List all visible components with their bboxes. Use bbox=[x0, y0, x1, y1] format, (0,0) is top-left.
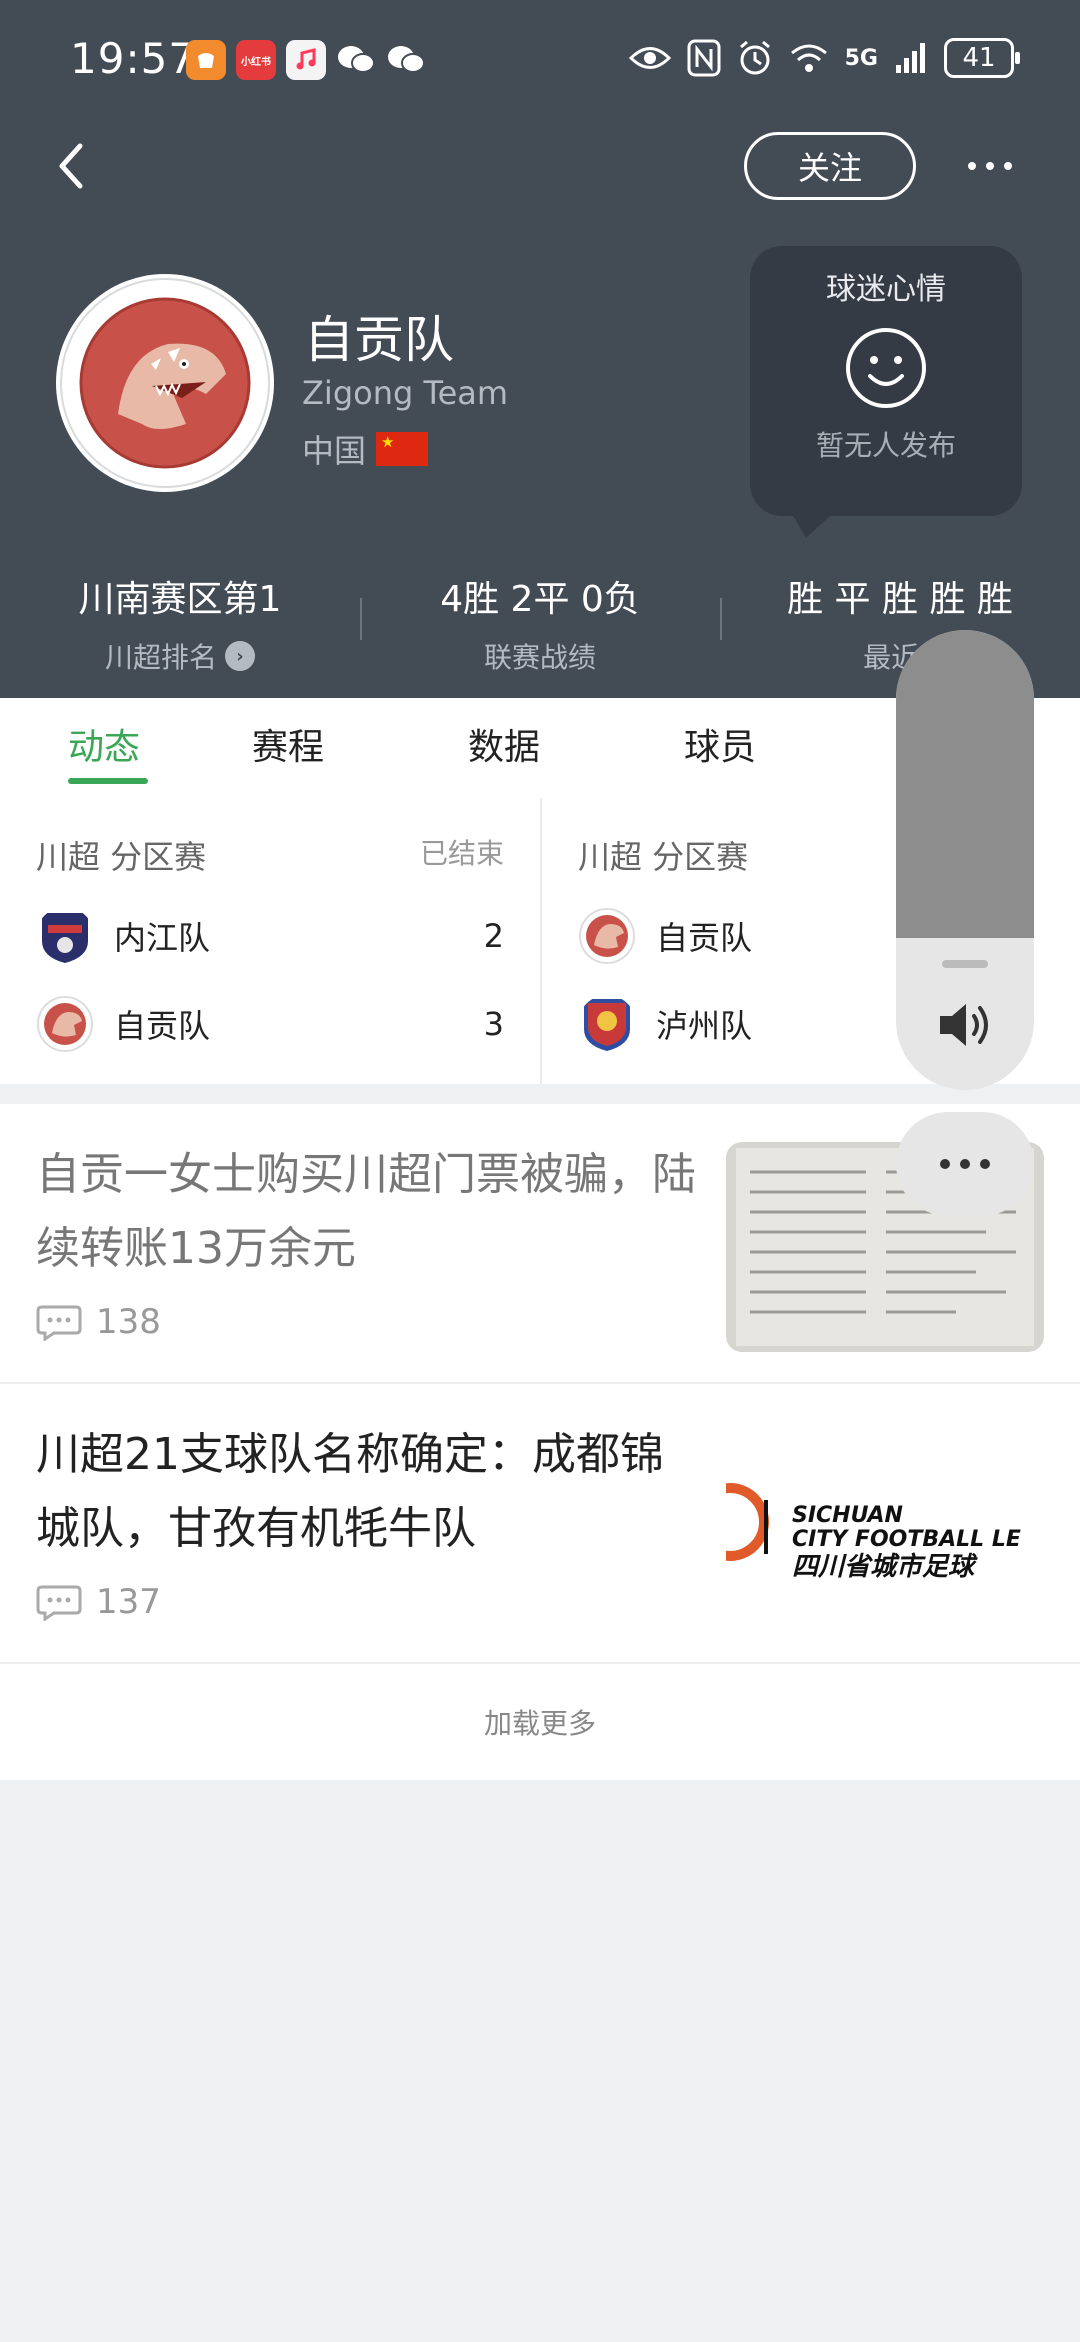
fan-mood-title: 球迷心情 bbox=[826, 272, 946, 307]
stat-ranking-label: 川超排名 › bbox=[0, 636, 360, 676]
thumbnail-line2: CITY FOOTBALL LE bbox=[792, 1527, 1021, 1552]
signal-icon bbox=[896, 43, 925, 73]
match-header: 川超 分区赛 已结束 bbox=[36, 832, 504, 878]
thumbnail-caption: SICHUAN CITY FOOTBALL LE 四川省城市足球 bbox=[792, 1503, 1044, 1583]
comment-icon bbox=[36, 1585, 82, 1621]
volume-slider-fill bbox=[896, 630, 1034, 938]
china-flag-icon bbox=[376, 432, 429, 466]
volume-more-button[interactable] bbox=[896, 1112, 1034, 1216]
zigong-crest-icon bbox=[37, 996, 93, 1052]
news-item[interactable]: 川超21支球队名称确定：成都锦城队，甘孜有机牦牛队 137 SICHUAN CI… bbox=[0, 1384, 1080, 1664]
follow-button[interactable]: 关注 bbox=[744, 132, 916, 200]
load-more-button[interactable]: 加载更多 bbox=[0, 1664, 1080, 1780]
team-score: 3 bbox=[483, 1005, 504, 1043]
news-comments: 138 bbox=[36, 1302, 161, 1342]
alarm-icon bbox=[739, 40, 770, 75]
chevron-right-icon: › bbox=[225, 641, 255, 671]
news-comments: 137 bbox=[36, 1582, 161, 1622]
match-team-row: 自贡队 3 bbox=[36, 996, 504, 1052]
news-title: 自贡一女士购买川超门票被骗，陆续转账13万余元 bbox=[36, 1149, 696, 1274]
comment-count: 137 bbox=[96, 1582, 161, 1622]
system-indicators: 5G 41 bbox=[628, 38, 1020, 78]
taobao-icon bbox=[186, 40, 226, 80]
status-time: 19:57 bbox=[70, 34, 197, 83]
news-thumbnail: SICHUAN CITY FOOTBALL LE 四川省城市足球 bbox=[726, 1422, 1044, 1632]
team-name: 自贡队 bbox=[304, 311, 454, 369]
music-icon bbox=[286, 40, 326, 80]
dot bbox=[960, 1159, 970, 1169]
eye-icon bbox=[628, 47, 671, 69]
match-team-row: 内江队 2 bbox=[36, 908, 504, 964]
dot bbox=[968, 162, 976, 170]
battery-indicator: 41 bbox=[944, 38, 1020, 78]
more-options-button[interactable] bbox=[958, 140, 1022, 192]
wechat-icon bbox=[386, 40, 426, 80]
status-bar: 19:57 小红书 5G 41 bbox=[0, 0, 1080, 120]
dot bbox=[986, 162, 994, 170]
match-card[interactable]: 川超 分区赛 已结束 内江队 2 自贡队 3 bbox=[0, 798, 540, 1084]
wechat-icon bbox=[336, 40, 376, 80]
tab-schedule[interactable]: 赛程 bbox=[180, 698, 396, 798]
thumbnail-line1: SICHUAN bbox=[792, 1503, 903, 1528]
comment-count: 138 bbox=[96, 1302, 161, 1342]
stat-record-value: 4胜 2平 0负 bbox=[440, 579, 640, 620]
volume-slider[interactable] bbox=[896, 630, 1034, 1090]
comment-icon bbox=[36, 1305, 82, 1341]
match-status: 已结束 bbox=[419, 837, 504, 870]
back-button[interactable] bbox=[50, 136, 110, 196]
dot bbox=[940, 1159, 950, 1169]
stat-record-label: 联赛战绩 bbox=[483, 641, 596, 674]
chevron-left-icon bbox=[59, 143, 83, 189]
network-type-label: 5G bbox=[844, 45, 878, 71]
team-header: 19:57 小红书 5G 41 关注 自贡队 Zigong Team 中国 ★ … bbox=[0, 0, 1080, 698]
stat-record: 4胜 2平 0负 联赛战绩 bbox=[360, 560, 720, 680]
team-score: 2 bbox=[483, 917, 504, 955]
stat-ranking-label-text: 川超排名 bbox=[104, 641, 217, 674]
team-name: 自贡队 bbox=[114, 1007, 211, 1045]
tab-data[interactable]: 数据 bbox=[396, 698, 612, 798]
team-country: 中国 bbox=[302, 426, 429, 472]
speaker-icon bbox=[940, 1004, 988, 1046]
xiaohongshu-icon: 小红书 bbox=[236, 40, 276, 80]
wifi-icon bbox=[790, 44, 827, 72]
nfc-icon bbox=[687, 39, 721, 77]
match-league: 川超 分区赛 bbox=[578, 838, 749, 876]
dot bbox=[980, 1159, 990, 1169]
team-name: 内江队 bbox=[114, 919, 211, 957]
dot bbox=[1004, 162, 1012, 170]
fan-mood-card[interactable]: 球迷心情 暂无人发布 bbox=[750, 246, 1022, 538]
tab-players[interactable]: 球员 bbox=[612, 698, 828, 798]
fan-mood-empty-text: 暂无人发布 bbox=[815, 429, 956, 462]
thumbnail-line3: 四川省城市足球 bbox=[792, 1552, 975, 1582]
team-logo bbox=[56, 274, 274, 492]
zigong-crest-icon bbox=[579, 908, 635, 964]
news-title: 川超21支球队名称确定：成都锦城队，甘孜有机牦牛队 bbox=[36, 1429, 664, 1554]
match-league: 川超 分区赛 bbox=[36, 838, 207, 876]
stat-recent-value: 胜 平 胜 胜 胜 bbox=[787, 579, 1013, 620]
volume-slider-handle[interactable] bbox=[942, 960, 988, 968]
tab-news[interactable]: 动态 bbox=[34, 698, 180, 798]
team-english-name: Zigong Team bbox=[302, 374, 509, 412]
neijiang-crest-icon bbox=[42, 913, 88, 963]
stat-ranking[interactable]: 川南赛区第1 川超排名 › bbox=[0, 560, 360, 680]
country-label: 中国 bbox=[302, 432, 367, 470]
notification-icons: 小红书 bbox=[186, 40, 426, 80]
luzhou-crest-icon bbox=[584, 999, 630, 1051]
smile-icon bbox=[846, 328, 926, 408]
stat-ranking-value: 川南赛区第1 bbox=[78, 579, 282, 620]
